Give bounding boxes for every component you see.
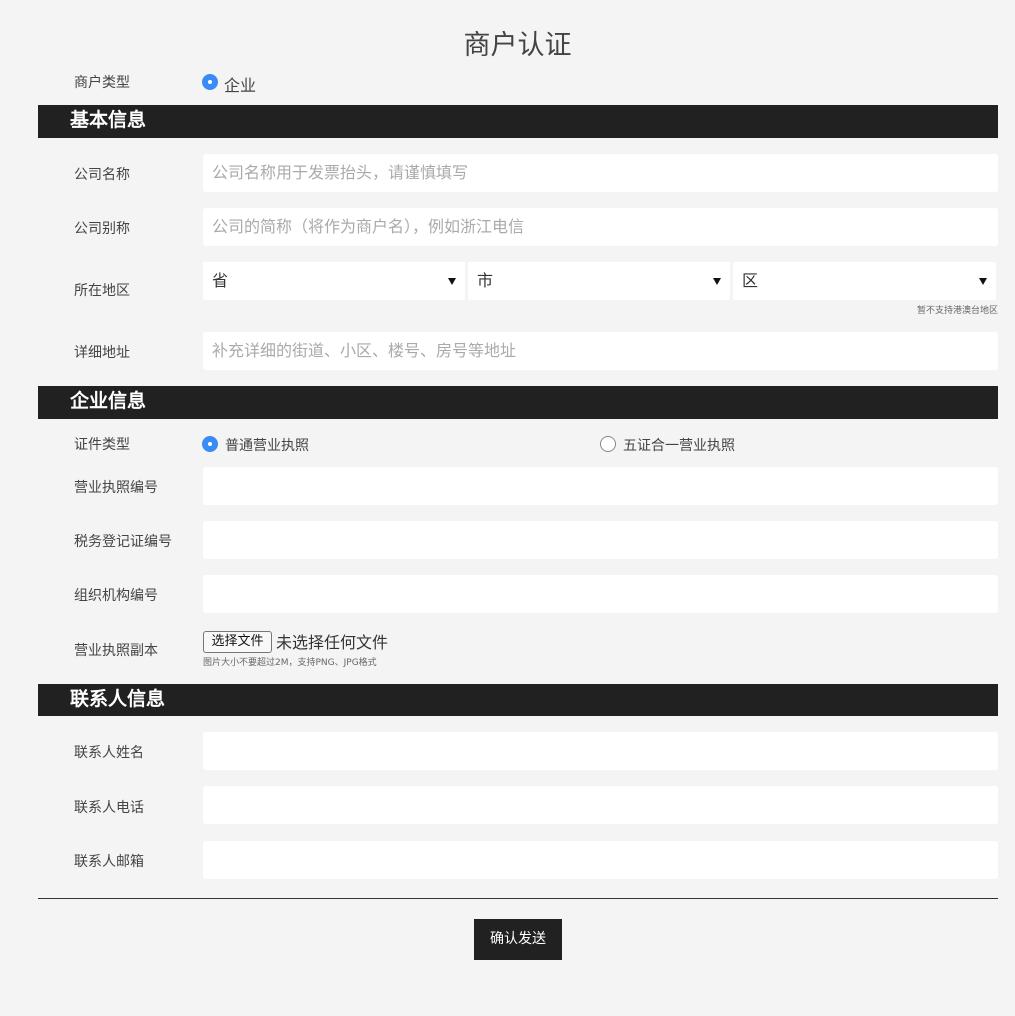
city-select-value: 市 xyxy=(477,271,494,290)
license-copy-label: 营业执照副本 xyxy=(74,643,158,659)
region-hint: 暂不支持港澳台地区 xyxy=(916,306,998,316)
org-number-input[interactable] xyxy=(203,575,998,613)
cert-type-five-in-one-label: 五证合一营业执照 xyxy=(623,438,735,454)
merchant-type-label: 商户类型 xyxy=(74,75,130,91)
province-select[interactable]: 省 xyxy=(203,262,465,300)
cert-type-five-in-one-radio[interactable] xyxy=(600,436,616,452)
org-number-label: 组织机构编号 xyxy=(74,588,158,604)
contact-phone-input[interactable] xyxy=(203,786,998,824)
contact-phone-label: 联系人电话 xyxy=(74,800,144,816)
address-label: 详细地址 xyxy=(74,345,130,361)
merchant-type-enterprise-radio[interactable] xyxy=(202,74,218,90)
contact-name-label: 联系人姓名 xyxy=(74,745,144,761)
company-name-label: 公司名称 xyxy=(74,167,130,183)
license-number-input[interactable] xyxy=(203,467,998,505)
contact-email-label: 联系人邮箱 xyxy=(74,854,144,870)
city-select[interactable]: 市 xyxy=(468,262,730,300)
district-select-value: 区 xyxy=(742,271,759,290)
district-select[interactable]: 区 xyxy=(733,262,996,300)
license-number-label: 营业执照编号 xyxy=(74,480,158,496)
tax-number-input[interactable] xyxy=(203,521,998,559)
merchant-type-enterprise-label: 企业 xyxy=(224,76,257,95)
tax-number-label: 税务登记证编号 xyxy=(74,534,172,550)
page-title: 商户认证 xyxy=(463,30,572,61)
section-contact-info: 联系人信息 xyxy=(38,684,998,716)
company-alias-label: 公司别称 xyxy=(74,221,130,237)
chevron-down-icon xyxy=(448,278,456,285)
section-basic-info: 基本信息 xyxy=(38,105,998,138)
cert-type-normal-label: 普通营业执照 xyxy=(225,438,309,454)
company-name-input[interactable]: 公司名称用于发票抬头，请谨慎填写 xyxy=(203,154,998,192)
address-input[interactable]: 补充详细的街道、小区、楼号、房号等地址 xyxy=(203,332,998,370)
cert-type-normal-radio[interactable] xyxy=(202,436,218,452)
file-status-text: 未选择任何文件 xyxy=(276,633,389,652)
contact-name-input[interactable] xyxy=(203,732,998,770)
submit-button[interactable]: 确认发送 xyxy=(474,919,562,960)
contact-email-input[interactable] xyxy=(203,841,998,879)
province-select-value: 省 xyxy=(212,271,229,290)
choose-file-button[interactable]: 选择文件 xyxy=(203,631,272,653)
divider xyxy=(38,898,998,899)
chevron-down-icon xyxy=(979,278,987,285)
section-enterprise-info: 企业信息 xyxy=(38,386,998,419)
company-alias-input[interactable]: 公司的简称（将作为商户名），例如浙江电信 xyxy=(203,208,998,246)
region-label: 所在地区 xyxy=(74,283,130,299)
chevron-down-icon xyxy=(713,278,721,285)
file-hint: 图片大小不要超过2M，支持PNG、JPG格式 xyxy=(203,658,377,668)
cert-type-label: 证件类型 xyxy=(74,437,130,453)
